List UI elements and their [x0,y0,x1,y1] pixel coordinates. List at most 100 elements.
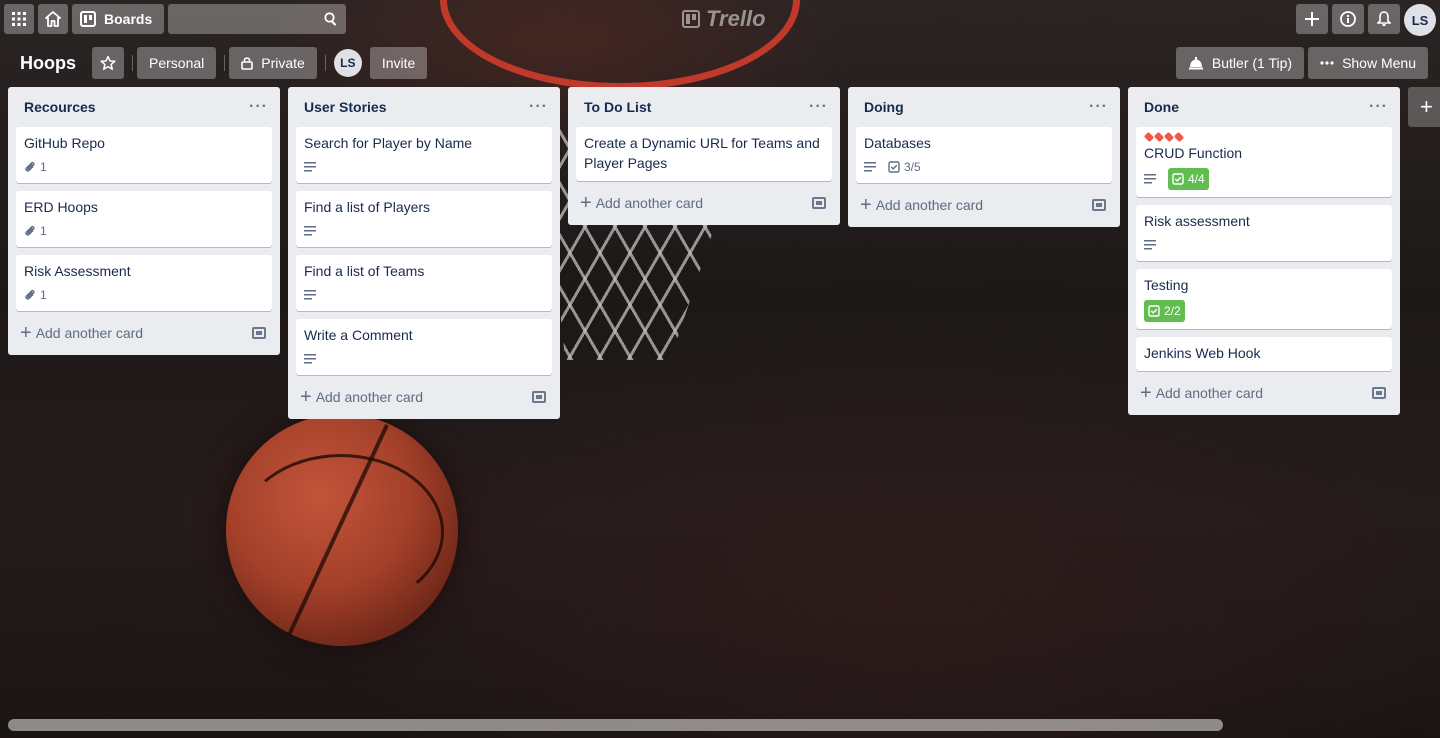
add-card-button[interactable]: + Add another card [576,189,832,217]
butler-button[interactable]: Butler (1 Tip) [1175,47,1305,79]
checklist-count: 3/5 [904,160,921,174]
add-card-action[interactable]: + Add another card [1140,382,1263,405]
add-list-button[interactable]: + [1408,87,1440,127]
list-header[interactable]: User Stories ··· [296,87,552,127]
card[interactable]: Create a Dynamic URL for Teams and Playe… [576,127,832,181]
description-icon [304,226,316,236]
visibility-button[interactable]: Private [229,47,317,79]
list-header[interactable]: Recources ··· [16,87,272,127]
checklist-badge: 3/5 [888,160,921,174]
card-badges [304,285,544,305]
card[interactable]: GitHub Repo 1 [16,127,272,183]
checkbox-icon [888,161,900,173]
card-template-icon[interactable] [812,197,826,209]
card-template-icon[interactable] [1092,199,1106,211]
board-title[interactable]: Hoops [20,53,76,74]
card-template-icon[interactable] [1372,387,1386,399]
star-board-button[interactable] [92,47,124,79]
plus-icon: + [1140,381,1152,404]
card-template-icon[interactable] [532,391,546,403]
card-title: GitHub Repo [24,135,105,151]
list-user-stories: User Stories ··· Search for Player by Na… [288,87,560,419]
card-badges [304,349,544,369]
notifications-button[interactable] [1368,4,1400,34]
board-member-avatar[interactable]: LS [333,49,362,77]
list-title[interactable]: Recources [24,99,96,115]
lock-icon [241,57,254,70]
list-title[interactable]: User Stories [304,99,386,115]
card-title: CRUD Function [1144,145,1243,161]
list-header[interactable]: Done ··· [1136,87,1392,127]
card[interactable]: ERD Hoops 1 [16,191,272,247]
show-menu-button[interactable]: Show Menu [1308,47,1428,79]
plus-icon: + [300,385,312,408]
boards-icon [80,11,96,27]
add-card-action[interactable]: + Add another card [20,322,143,345]
card-badges [304,221,544,241]
paperclip-icon [25,161,35,172]
card[interactable]: Risk Assessment 1 [16,255,272,311]
card-badges: 2/2 [1144,299,1384,323]
list-menu-icon[interactable]: ··· [249,98,268,116]
list-to-do: To Do List ··· Create a Dynamic URL for … [568,87,840,225]
invite-button[interactable]: Invite [369,47,428,79]
plus-icon: + [1420,94,1433,119]
attachment-count: 1 [40,288,47,302]
add-card-action[interactable]: + Add another card [580,192,703,215]
add-card-action[interactable]: + Add another card [860,194,983,217]
list-title[interactable]: Doing [864,99,904,115]
description-icon [304,162,316,172]
boards-label: Boards [104,11,153,27]
apps-button[interactable] [4,4,34,34]
list-title[interactable]: Done [1144,99,1179,115]
add-card-action[interactable]: + Add another card [300,386,423,409]
trello-logo-icon [682,10,700,28]
description-icon [864,162,876,172]
create-button[interactable] [1296,4,1328,34]
card[interactable]: Risk assessment [1136,205,1392,261]
trello-logo[interactable]: Trello [682,6,766,32]
add-card-button[interactable]: + Add another card [1136,379,1392,407]
search-input[interactable] [168,4,347,34]
red-label [1153,131,1165,143]
card-template-icon[interactable] [252,327,266,339]
list-doing: Doing ··· Databases 3/5 + Add another ca… [848,87,1120,227]
horizontal-scrollbar[interactable] [8,719,1223,731]
boards-button[interactable]: Boards [72,4,165,34]
add-card-label: Add another card [315,389,424,405]
list-done: Done ··· CRUD Function 4/4 Risk assessme… [1128,87,1400,415]
list-menu-icon[interactable]: ··· [1369,98,1388,116]
card-title: Find a list of Players [304,199,431,215]
add-card-button[interactable]: + Add another card [296,383,552,411]
card[interactable]: Find a list of Teams [296,255,552,311]
visibility-label: Private [261,55,305,71]
list-header[interactable]: Doing ··· [856,87,1112,127]
card-labels[interactable] [1143,131,1384,143]
plus-icon: + [580,191,592,214]
trello-logo-text: Trello [706,6,766,31]
add-card-button[interactable]: + Add another card [856,191,1112,219]
list-menu-icon[interactable]: ··· [529,98,548,116]
card[interactable]: Jenkins Web Hook [1136,337,1392,371]
star-icon [100,55,116,70]
card[interactable]: Testing 2/2 [1136,269,1392,329]
list-header[interactable]: To Do List ··· [576,87,832,127]
plus-icon: + [20,321,32,344]
user-avatar[interactable]: LS [1404,4,1436,36]
card-title: Jenkins Web Hook [1144,345,1261,361]
card-badges [304,157,544,177]
card[interactable]: Find a list of Players [296,191,552,247]
team-button[interactable]: Personal [137,47,217,79]
info-button[interactable] [1332,4,1364,34]
card[interactable]: Write a Comment [296,319,552,375]
card-title: Create a Dynamic URL for Teams and Playe… [584,135,820,171]
card[interactable]: Search for Player by Name [296,127,552,183]
list-title[interactable]: To Do List [584,99,651,115]
list-menu-icon[interactable]: ··· [809,98,828,116]
card[interactable]: CRUD Function 4/4 [1136,127,1392,197]
add-card-button[interactable]: + Add another card [16,319,272,347]
home-button[interactable] [38,4,68,34]
paperclip-icon [25,225,35,236]
list-menu-icon[interactable]: ··· [1089,98,1108,116]
card[interactable]: Databases 3/5 [856,127,1112,183]
